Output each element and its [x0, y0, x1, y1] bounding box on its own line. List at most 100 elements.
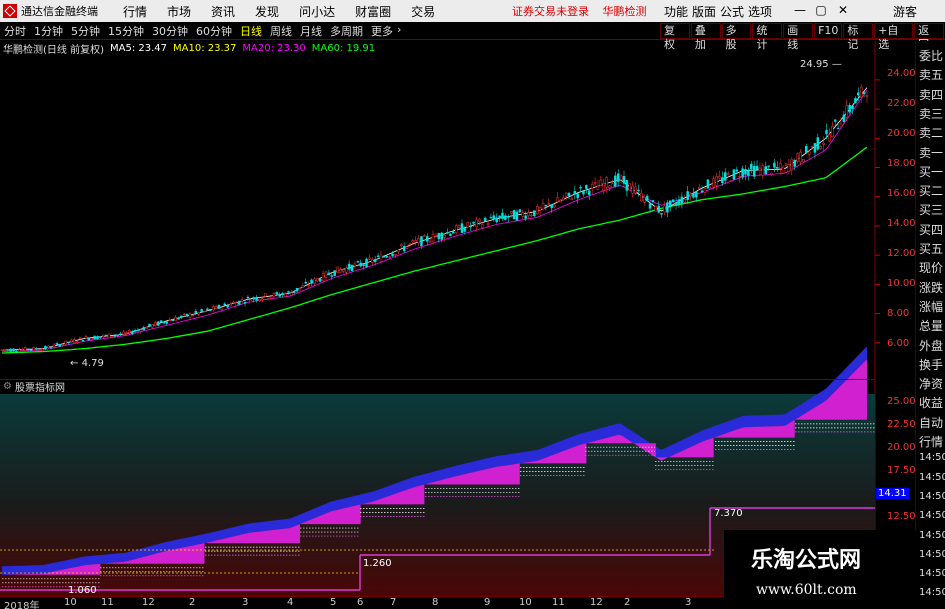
indicator-name[interactable]: 股票指标网	[15, 379, 65, 394]
candle-body	[191, 314, 195, 317]
time-axis-label: 11	[101, 597, 114, 608]
candle-body	[512, 210, 516, 220]
candle-body	[200, 309, 203, 312]
quote-panel-item: 买三	[919, 203, 944, 218]
time-axis-label: 2018年	[4, 601, 40, 609]
candle-body	[165, 321, 169, 324]
candle-body	[391, 253, 394, 257]
candle-body	[787, 164, 791, 172]
candle-body	[417, 238, 420, 244]
candle-body	[492, 215, 496, 220]
candle-body	[605, 177, 608, 188]
candle-body	[556, 197, 559, 203]
candle-body	[342, 269, 345, 272]
quote-panel-item: 14:50	[919, 490, 945, 502]
price-axis-label: 22.00	[887, 98, 916, 109]
candle-body	[206, 308, 209, 310]
quote-panel-item: 换手	[919, 357, 944, 372]
candle-body	[246, 296, 250, 299]
candle-body	[553, 204, 556, 207]
candle-body	[67, 341, 70, 344]
candle-body	[654, 205, 658, 212]
candle-body	[533, 210, 536, 217]
candle-body	[107, 333, 111, 339]
candle-body	[428, 240, 432, 243]
candle-body	[608, 185, 611, 189]
time-axis-label: 12	[590, 597, 603, 608]
candle-body	[776, 166, 779, 169]
candle-body	[113, 335, 117, 337]
candle-body	[73, 339, 76, 343]
candle-body	[371, 259, 374, 263]
candle-body	[851, 105, 854, 110]
candle-body	[116, 334, 119, 336]
candle-body	[102, 335, 105, 337]
candle-body	[706, 179, 710, 189]
quote-panel-item: 14:50	[919, 548, 945, 560]
time-axis-label: 5	[330, 597, 337, 608]
candle-body	[752, 166, 756, 177]
candle-body	[781, 166, 785, 174]
candle-body	[663, 205, 666, 213]
stock-name-label: 华鹏检测(日线 前复权)	[3, 44, 104, 56]
candle-body	[12, 348, 15, 352]
kline-chart[interactable]	[0, 0, 945, 609]
candle-body	[697, 186, 701, 189]
candle-body	[148, 323, 151, 327]
high-price-marker: 24.95 —	[800, 59, 842, 70]
candle-body	[84, 336, 88, 339]
candle-body	[813, 143, 817, 153]
candle-body	[770, 172, 773, 175]
candle-body	[616, 173, 620, 182]
candle-body	[356, 261, 360, 263]
candle-body	[460, 223, 464, 233]
candle-body	[642, 197, 646, 203]
candle-body	[154, 322, 157, 326]
candle-body	[365, 258, 368, 268]
indicator-axis-label: 25.00	[887, 396, 916, 407]
price-axis-label: 24.00	[887, 68, 916, 79]
candle-body	[822, 142, 825, 145]
candle-body	[582, 191, 585, 195]
candle-body	[122, 331, 125, 335]
candle-body	[744, 169, 747, 175]
candle-body	[368, 257, 371, 260]
candle-body	[223, 303, 227, 306]
candle-body	[336, 266, 339, 273]
candle-body	[715, 176, 718, 186]
candle-body	[110, 336, 114, 338]
candle-body	[243, 302, 247, 304]
indicator-axis-label: 22.50	[887, 419, 916, 430]
candle-body	[819, 146, 822, 149]
candle-body	[564, 192, 568, 197]
candle-body	[449, 233, 452, 236]
candle-body	[284, 293, 287, 297]
candle-body	[394, 254, 397, 256]
candle-body	[836, 127, 840, 130]
watermark-url: www.60lt.com	[756, 582, 857, 598]
indicator-axis-label: 20.00	[887, 442, 916, 453]
candle-body	[747, 170, 750, 176]
price-axis-label: 12.00	[887, 248, 916, 259]
candle-body	[81, 340, 85, 342]
candle-body	[671, 199, 675, 202]
candle-body	[480, 224, 484, 228]
candle-body	[475, 219, 478, 227]
candle-body	[93, 335, 96, 340]
candle-body	[833, 119, 837, 122]
candle-body	[38, 349, 41, 351]
time-axis-label: 12	[142, 597, 155, 608]
candle-body	[857, 92, 860, 96]
candle-body	[258, 298, 261, 301]
candle-body	[64, 340, 67, 345]
candle-body	[804, 145, 808, 153]
candle-body	[576, 193, 579, 199]
candle-body	[689, 193, 692, 197]
time-axis-label: 2	[624, 597, 631, 608]
ma20-value: MA20: 23.30	[242, 42, 306, 54]
indicator-settings-icon[interactable]: ⚙	[3, 381, 12, 392]
candle-body	[9, 348, 12, 352]
price-axis-label: 8.00	[887, 308, 910, 319]
candle-body	[330, 275, 334, 277]
candle-body	[75, 341, 79, 343]
